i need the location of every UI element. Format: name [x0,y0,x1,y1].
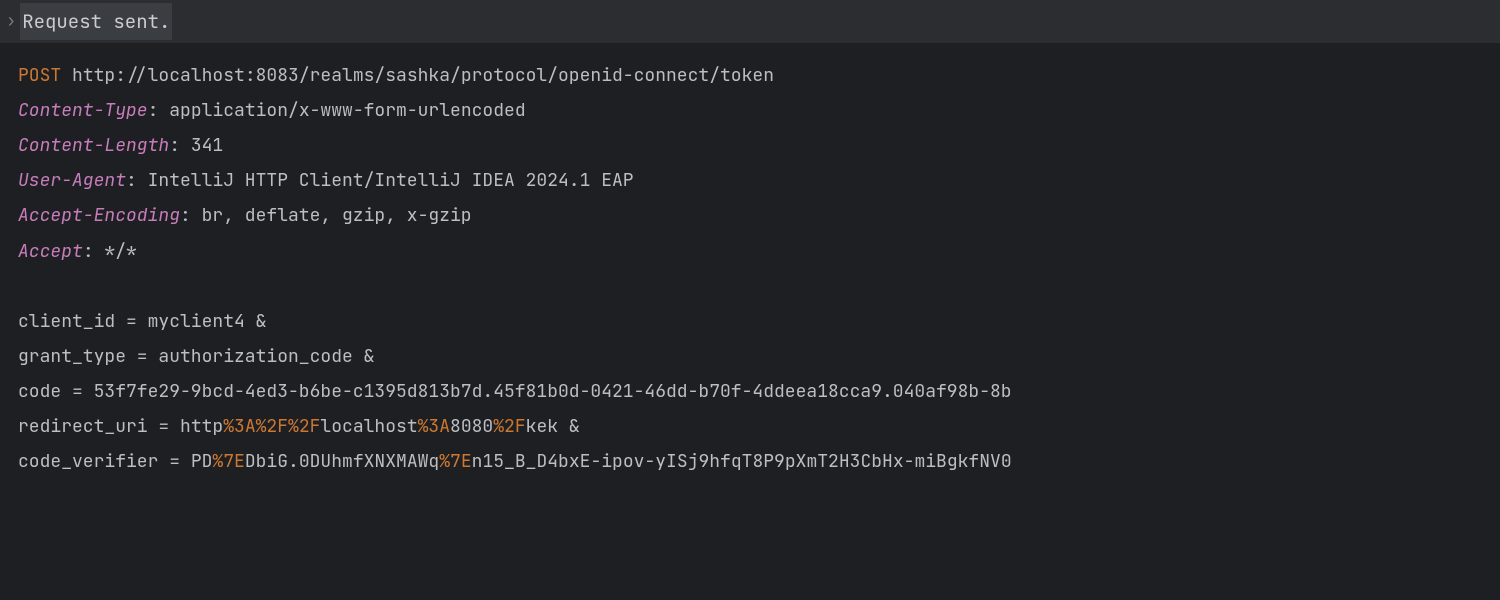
status-bar: › Request sent. [0,0,1500,44]
header-value: IntelliJ HTTP Client/IntelliJ IDEA 2024.… [148,169,634,192]
param-value-segment: 53f7fe29-9bcd-4ed3-b6be-c1395d813b7d.45f… [94,380,1012,403]
header-value: br, deflate, gzip, x-gzip [202,204,472,227]
colon: : [126,169,148,192]
http-header: Accept: */* [18,234,1482,269]
colon: : [180,204,202,227]
equals: = [61,380,93,403]
param-value-segment: myclient4 [148,310,245,333]
colon: : [148,99,170,122]
body-param: redirect_uri = http%3A%2F%2Flocalhost%3A… [18,409,1482,444]
url-encoded-segment: %7E [439,450,471,473]
ampersand: & [353,345,375,368]
param-value-segment: 8080 [450,415,493,438]
body-param: code = 53f7fe29-9bcd-4ed3-b6be-c1395d813… [18,374,1482,409]
param-value-segment: PD [191,450,213,473]
chevron-right-icon[interactable]: › [6,5,16,38]
url-encoded-segment: %3A [418,415,450,438]
header-value: application/x-www-form-urlencoded [169,99,525,122]
blank-line [18,269,1482,304]
colon: : [169,134,191,157]
equals: = [148,415,180,438]
header-name: Content-Type [18,99,148,122]
header-value: */* [104,240,136,263]
param-value-segment: http [180,415,223,438]
body-param: client_id = myclient4 & [18,304,1482,339]
equals: = [115,310,147,333]
request-content: POST http://localhost:8083/realms/sashka… [0,44,1500,493]
header-name: Accept-Encoding [18,204,180,227]
request-line: POST http://localhost:8083/realms/sashka… [18,58,1482,93]
param-value-segment: localhost [320,415,417,438]
ampersand: & [558,415,580,438]
status-text: Request sent. [20,3,172,40]
http-header: Content-Type: application/x-www-form-url… [18,93,1482,128]
header-value: 341 [191,134,223,157]
equals: = [126,345,158,368]
http-header: User-Agent: IntelliJ HTTP Client/Intelli… [18,163,1482,198]
http-method: POST [18,64,61,87]
url-encoded-segment: %2F [493,415,525,438]
body-param: grant_type = authorization_code & [18,339,1482,374]
header-name: User-Agent [18,169,126,192]
http-header: Accept-Encoding: br, deflate, gzip, x-gz… [18,198,1482,233]
url-encoded-segment: %3A%2F%2F [223,415,320,438]
param-value-segment: n15_B_D4bxE-ipov-yISj9hfqT8P9pXmT2H3CbHx… [472,450,1012,473]
param-name: code [18,380,61,403]
header-name: Accept [18,240,83,263]
http-header: Content-Length: 341 [18,128,1482,163]
param-value-segment: DbiG.0DUhmfXNXMAWq [245,450,439,473]
param-name: code_verifier [18,450,158,473]
param-value-segment: kek [526,415,558,438]
equals: = [158,450,190,473]
param-name: client_id [18,310,115,333]
url-encoded-segment: %7E [212,450,244,473]
request-url: http://localhost:8083/realms/sashka/prot… [72,64,774,87]
param-value-segment: authorization_code [158,345,352,368]
param-name: redirect_uri [18,415,148,438]
header-name: Content-Length [18,134,169,157]
body-param: code_verifier = PD%7EDbiG.0DUhmfXNXMAWq%… [18,444,1482,479]
ampersand: & [245,310,267,333]
param-name: grant_type [18,345,126,368]
colon: : [83,240,105,263]
